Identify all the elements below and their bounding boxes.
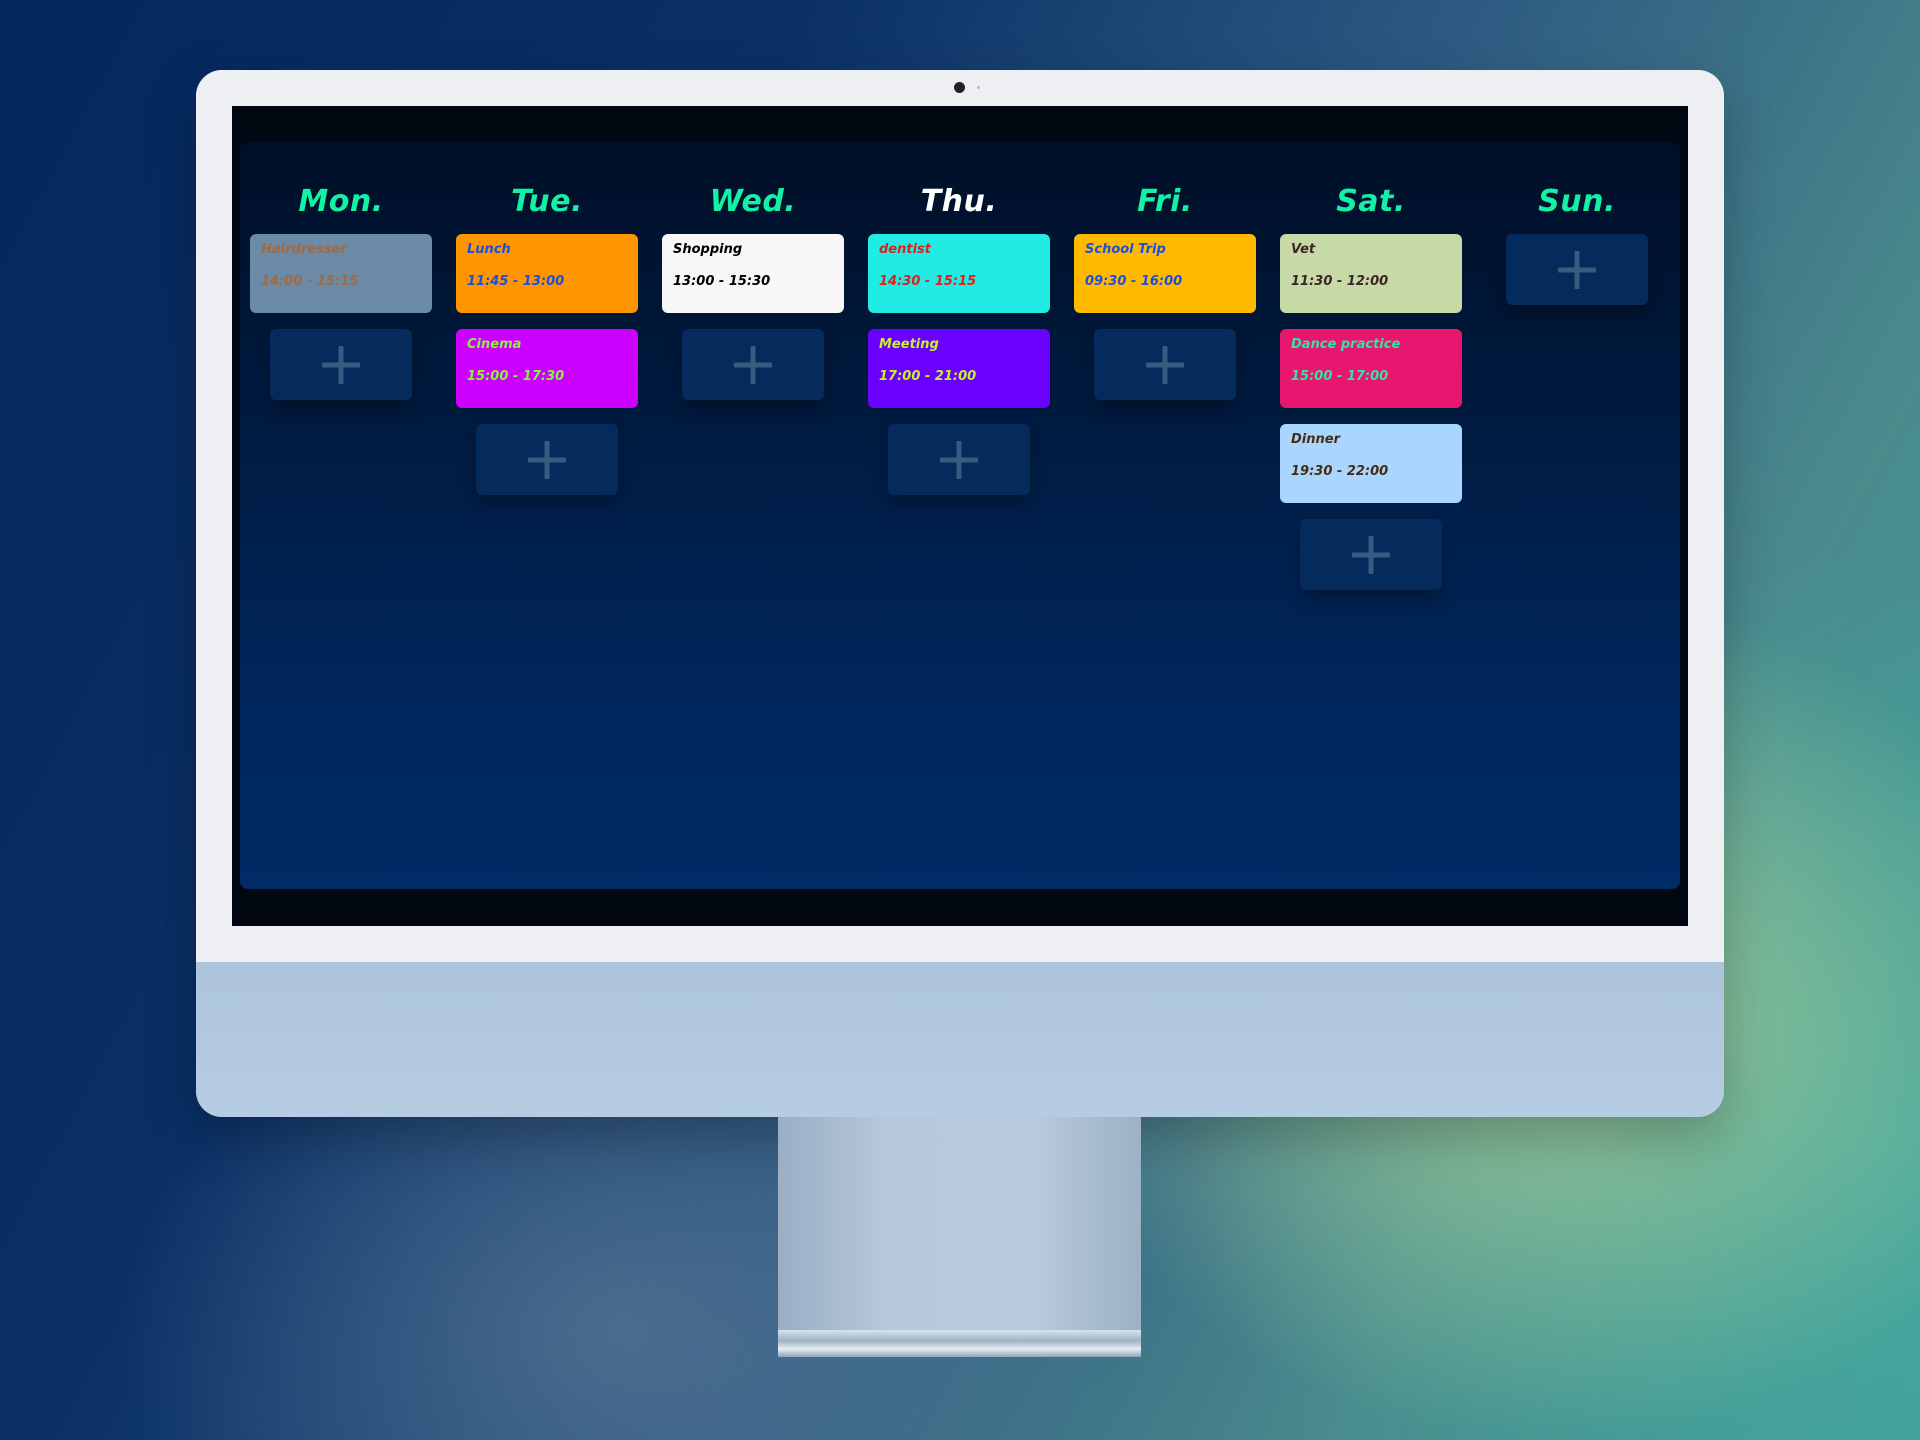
event-list: Hairdresser 14:00 - 15:15 — [250, 234, 432, 400]
screen: Mon. Hairdresser 14:00 - 15:15 Tue. Lunch 11:… — [232, 106, 1688, 926]
event-title: Shopping — [673, 242, 743, 257]
add-event-button[interactable] — [1506, 234, 1648, 305]
day-column: Sat. Vet 11:30 - 12:00 Dance practice 15:00 … — [1280, 182, 1462, 590]
event-time: 14:00 - 15:15 — [261, 274, 359, 289]
event-list: Vet 11:30 - 12:00 Dance practice 15:00 - 17… — [1280, 234, 1462, 590]
event-time: 14:30 - 15:15 — [879, 274, 977, 289]
event-card[interactable]: Dinner 19:30 - 22:00 — [1280, 424, 1462, 503]
event-list: Lunch 11:45 - 13:00 Cinema 15:00 - 17:30 — [456, 234, 638, 495]
day-name: Fri. — [1137, 184, 1193, 219]
day-name: Tue. — [511, 184, 583, 219]
calendar-panel: Mon. Hairdresser 14:00 - 15:15 Tue. Lunch 11:… — [240, 142, 1680, 889]
plus-icon — [1558, 250, 1596, 289]
plus-icon — [1352, 535, 1390, 574]
event-title: Dance practice — [1291, 337, 1401, 352]
event-card[interactable]: Dance practice 15:00 - 17:00 — [1280, 329, 1462, 408]
event-title: Lunch — [467, 242, 511, 257]
plus-icon — [1146, 345, 1184, 384]
event-title: Vet — [1291, 242, 1316, 257]
event-title: Dinner — [1291, 432, 1340, 447]
add-event-button[interactable] — [682, 329, 824, 400]
plus-icon — [734, 345, 772, 384]
add-event-button[interactable] — [270, 329, 412, 400]
day-column: Fri. School Trip 09:30 - 16:00 — [1074, 182, 1256, 590]
camera-sensor — [977, 86, 980, 89]
camera-icon — [954, 82, 965, 93]
event-card[interactable]: Hairdresser 14:00 - 15:15 — [250, 234, 432, 313]
week-board: Mon. Hairdresser 14:00 - 15:15 Tue. Lunch 11:… — [250, 182, 1668, 590]
day-column: Wed. Shopping 13:00 - 15:30 — [662, 182, 844, 590]
event-title: School Trip — [1085, 242, 1166, 257]
event-card[interactable]: dentist 14:30 - 15:15 — [868, 234, 1050, 313]
event-title: dentist — [879, 242, 931, 257]
event-time: 19:30 - 22:00 — [1291, 464, 1389, 479]
add-event-button[interactable] — [1094, 329, 1236, 400]
event-title: Meeting — [879, 337, 939, 352]
event-card[interactable]: Meeting 17:00 - 21:00 — [868, 329, 1050, 408]
event-list — [1486, 234, 1668, 305]
event-list: dentist 14:30 - 15:15 Meeting 17:00 - 21:00 — [868, 234, 1050, 495]
event-time: 13:00 - 15:30 — [673, 274, 771, 289]
day-column: Thu. dentist 14:30 - 15:15 Meeting 17:00 - 2… — [868, 182, 1050, 590]
plus-icon — [528, 440, 566, 479]
event-time: 17:00 - 21:00 — [879, 369, 977, 384]
event-card[interactable]: School Trip 09:30 - 16:00 — [1074, 234, 1256, 313]
event-card[interactable]: Lunch 11:45 - 13:00 — [456, 234, 638, 313]
event-time: 11:30 - 12:00 — [1291, 274, 1389, 289]
add-event-button[interactable] — [476, 424, 618, 495]
monitor: Mon. Hairdresser 14:00 - 15:15 Tue. Lunch 11:… — [196, 70, 1724, 1117]
day-name: Sat. — [1336, 184, 1406, 219]
add-event-button[interactable] — [1300, 519, 1442, 590]
monitor-stand — [778, 1117, 1141, 1330]
event-title: Hairdresser — [261, 242, 347, 257]
day-column: Tue. Lunch 11:45 - 13:00 Cinema 15:00 - 17:3… — [456, 182, 638, 590]
day-name: Sun. — [1538, 184, 1616, 219]
day-name: Wed. — [709, 184, 797, 219]
event-time: 15:00 - 17:00 — [1291, 369, 1389, 384]
event-list: Shopping 13:00 - 15:30 — [662, 234, 844, 400]
plus-icon — [940, 440, 978, 479]
day-name: Mon. — [298, 184, 384, 219]
day-name: Thu. — [920, 184, 998, 219]
monitor-chin — [196, 962, 1724, 1117]
event-card[interactable]: Vet 11:30 - 12:00 — [1280, 234, 1462, 313]
monitor-stand-foot — [778, 1330, 1141, 1357]
add-event-button[interactable] — [888, 424, 1030, 495]
event-card[interactable]: Shopping 13:00 - 15:30 — [662, 234, 844, 313]
day-column: Mon. Hairdresser 14:00 - 15:15 — [250, 182, 432, 590]
event-time: 15:00 - 17:30 — [467, 369, 565, 384]
event-title: Cinema — [467, 337, 522, 352]
event-time: 09:30 - 16:00 — [1085, 274, 1183, 289]
event-time: 11:45 - 13:00 — [467, 274, 565, 289]
event-card[interactable]: Cinema 15:00 - 17:30 — [456, 329, 638, 408]
event-list: School Trip 09:30 - 16:00 — [1074, 234, 1256, 400]
plus-icon — [322, 345, 360, 384]
day-column: Sun. — [1486, 182, 1668, 590]
